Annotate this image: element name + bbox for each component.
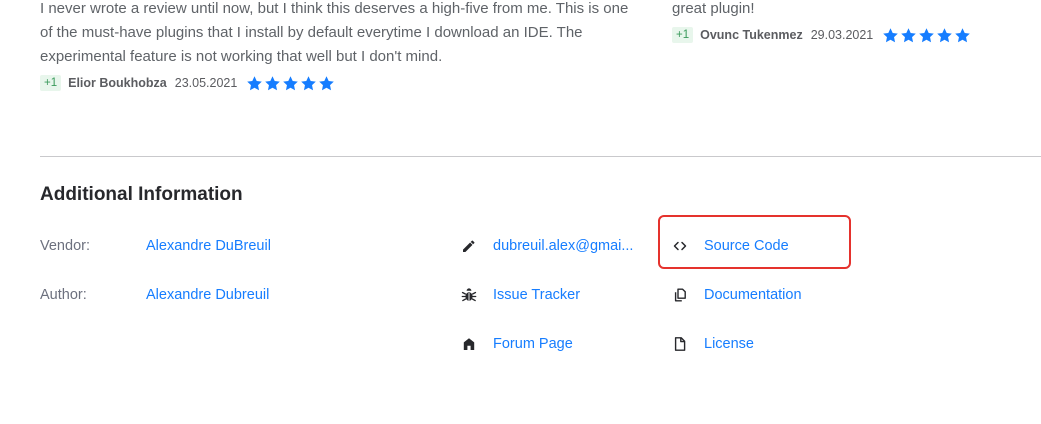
vote-badge[interactable]: +1 <box>40 75 62 91</box>
star-icon <box>955 27 971 42</box>
review-card: I never wrote a review until now, but I … <box>40 0 640 93</box>
review-text: great plugin! <box>672 0 755 17</box>
issue-tracker-link[interactable]: Issue Tracker <box>493 285 580 305</box>
review-author: Elior Boukhobza <box>68 76 167 90</box>
forum-page-link[interactable]: Forum Page <box>493 334 573 354</box>
author-label: Author: <box>40 287 87 303</box>
star-icon <box>301 75 317 90</box>
review-text: I never wrote a review until now, but I … <box>40 0 629 65</box>
highlight-box <box>658 215 851 269</box>
vendor-link[interactable]: Alexandre DuBreuil <box>146 236 271 256</box>
star-icon <box>283 75 299 90</box>
star-icon <box>247 75 263 90</box>
star-icon <box>883 27 899 42</box>
star-rating <box>882 27 971 44</box>
file-icon <box>674 337 686 351</box>
review-date: 23.05.2021 <box>174 76 238 90</box>
pencil-icon <box>463 240 475 252</box>
review-meta: +1 Ovunc Tukenmez 29.03.2021 <box>672 25 1032 45</box>
vote-badge[interactable]: +1 <box>672 27 694 43</box>
star-icon <box>319 75 335 90</box>
review-author: Ovunc Tukenmez <box>700 28 803 42</box>
bug-icon <box>461 288 477 302</box>
section-divider <box>40 156 1041 157</box>
author-link[interactable]: Alexandre Dubreuil <box>146 285 269 305</box>
license-link[interactable]: License <box>704 334 754 354</box>
star-icon <box>937 27 953 42</box>
star-icon <box>265 75 281 90</box>
documentation-link[interactable]: Documentation <box>704 285 802 305</box>
home-icon <box>463 338 475 350</box>
review-date: 29.03.2021 <box>810 28 874 42</box>
review-meta: +1 Elior Boukhobza 23.05.2021 <box>40 73 640 93</box>
vendor-label: Vendor: <box>40 238 90 254</box>
documents-icon <box>674 288 686 302</box>
star-icon <box>901 27 917 42</box>
review-card: great plugin! +1 Ovunc Tukenmez 29.03.20… <box>672 0 1032 45</box>
additional-information-heading: Additional Information <box>40 184 243 205</box>
vendor-email-link[interactable]: dubreuil.alex@gmai... <box>493 236 641 256</box>
star-rating <box>246 75 335 92</box>
star-icon <box>919 27 935 42</box>
